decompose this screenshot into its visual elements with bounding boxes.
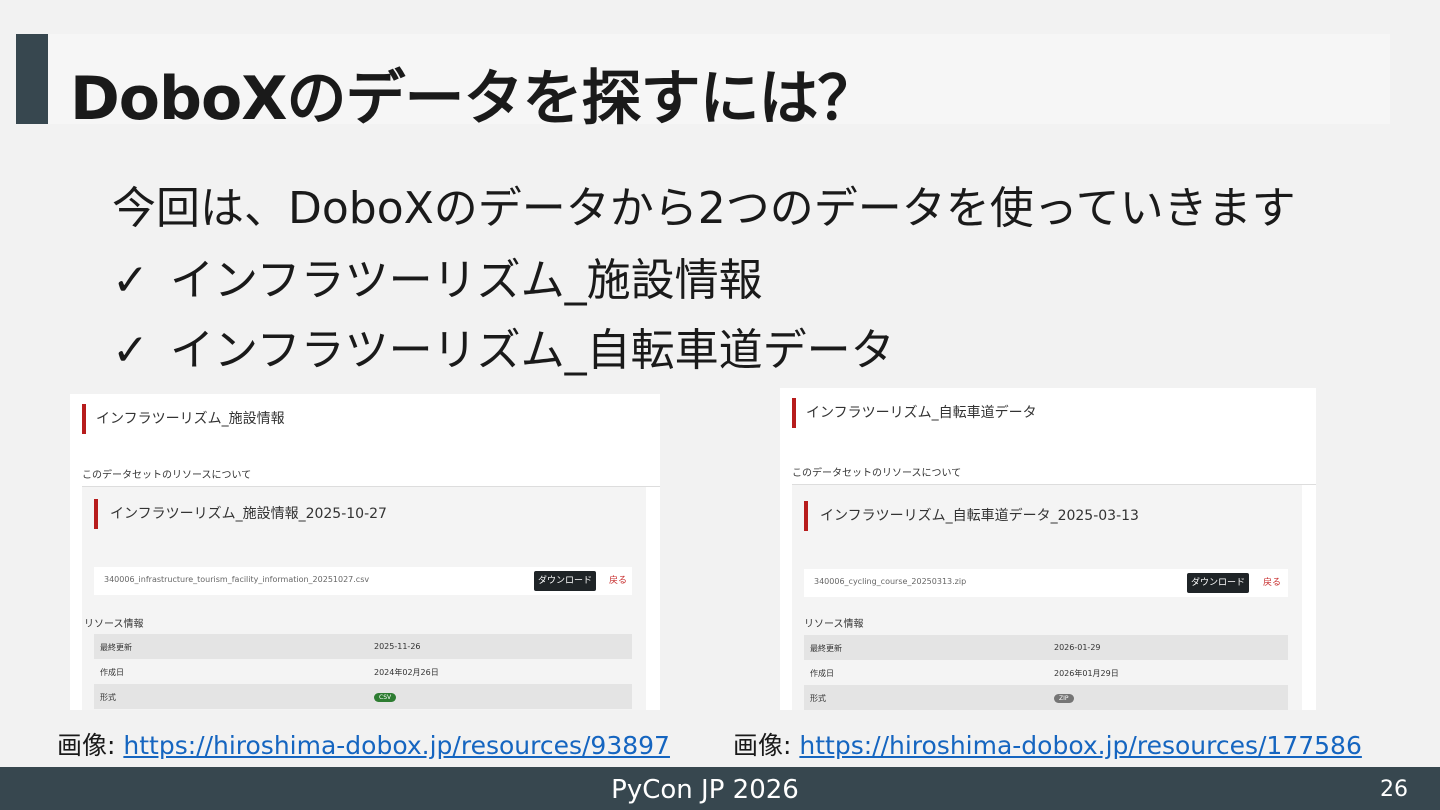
row-key: 作成日 [810,669,834,678]
resource-panel: インフラツーリズム_施設情報_2025-10-27 340006_infrast… [82,487,646,710]
title-accent-bar [16,34,48,124]
bullet-cycling: ✓ インフラツーリズム_自転車道データ [112,314,895,378]
slide-title: DoboXのデータを探すには？ [70,64,877,134]
caption-left: 画像: https://hiroshima-dobox.jp/resources… [57,726,670,762]
file-row: 340006_cycling_course_20250313.zip ダウンロー… [804,569,1288,597]
screenshot-facility: インフラツーリズム_施設情報 このデータセットのリソースについて インフラツーリ… [70,394,660,710]
resource-panel: インフラツーリズム_自転車道データ_2025-03-13 340006_cycl… [792,485,1302,710]
resource-title: インフラツーリズム_自転車道データ_2025-03-13 [804,501,1139,531]
bullet-facility: ✓ インフラツーリズム_施設情報 [112,244,763,308]
table-row: 最終更新 2025-11-26 [94,634,632,659]
row-key: 形式 [810,694,826,703]
caption-prefix: 画像: [733,731,800,760]
screenshot-heading: インフラツーリズム_施設情報 [82,404,285,434]
caption-right: 画像: https://hiroshima-dobox.jp/resources… [733,726,1362,762]
file-name: 340006_infrastructure_tourism_facility_i… [104,575,370,584]
caption-link-right[interactable]: https://hiroshima-dobox.jp/resources/177… [799,731,1362,760]
screenshot-cycling: インフラツーリズム_自転車道データ このデータセットのリソースについて インフラ… [780,388,1316,710]
check-icon: ✓ [112,255,149,306]
bullet-cycling-label: インフラツーリズム_自転車道データ [170,325,895,376]
back-button[interactable]: 戻る [602,571,634,591]
file-row: 340006_infrastructure_tourism_facility_i… [94,567,632,595]
caption-link-left[interactable]: https://hiroshima-dobox.jp/resources/938… [123,731,670,760]
caption-prefix: 画像: [57,731,124,760]
resource-info-label: リソース情報 [84,619,144,630]
table-row: 形式 ZIP [804,685,1288,710]
table-row: 作成日 2026年01月29日 [804,660,1288,685]
row-value: 2026-01-29 [1054,643,1101,652]
table-row: 最終更新 2026-01-29 [804,635,1288,660]
footer: PyCon JP 2026 26 [0,767,1440,810]
file-name: 340006_cycling_course_20250313.zip [814,577,967,586]
row-value: 2025-11-26 [374,642,421,651]
footer-text: PyCon JP 2026 [611,775,799,805]
download-button[interactable]: ダウンロード [534,571,596,591]
page-number: 26 [1380,777,1408,802]
resource-title: インフラツーリズム_施設情報_2025-10-27 [94,499,387,529]
format-badge: ZIP [1054,694,1074,703]
resource-section-label: このデータセットのリソースについて [82,470,252,481]
row-key: 作成日 [100,668,124,677]
download-button[interactable]: ダウンロード [1187,573,1249,593]
row-key: 最終更新 [100,643,132,652]
table-row: 形式 CSV [94,684,632,709]
bullet-facility-label: インフラツーリズム_施設情報 [170,255,763,306]
row-value: 2026年01月29日 [1054,669,1119,678]
resource-info-label: リソース情報 [804,619,864,630]
row-value: 2024年02月26日 [374,668,439,677]
intro-line: 今回は、DoboXのデータから2つのデータを使っていきます [112,183,1296,234]
resource-section-label: このデータセットのリソースについて [792,468,962,479]
check-icon: ✓ [112,325,149,376]
row-key: 形式 [100,693,116,702]
table-row: 作成日 2024年02月26日 [94,659,632,684]
screenshot-heading: インフラツーリズム_自転車道データ [792,398,1037,428]
format-badge: CSV [374,693,397,702]
back-button[interactable]: 戻る [1256,573,1288,593]
row-key: 最終更新 [810,644,842,653]
